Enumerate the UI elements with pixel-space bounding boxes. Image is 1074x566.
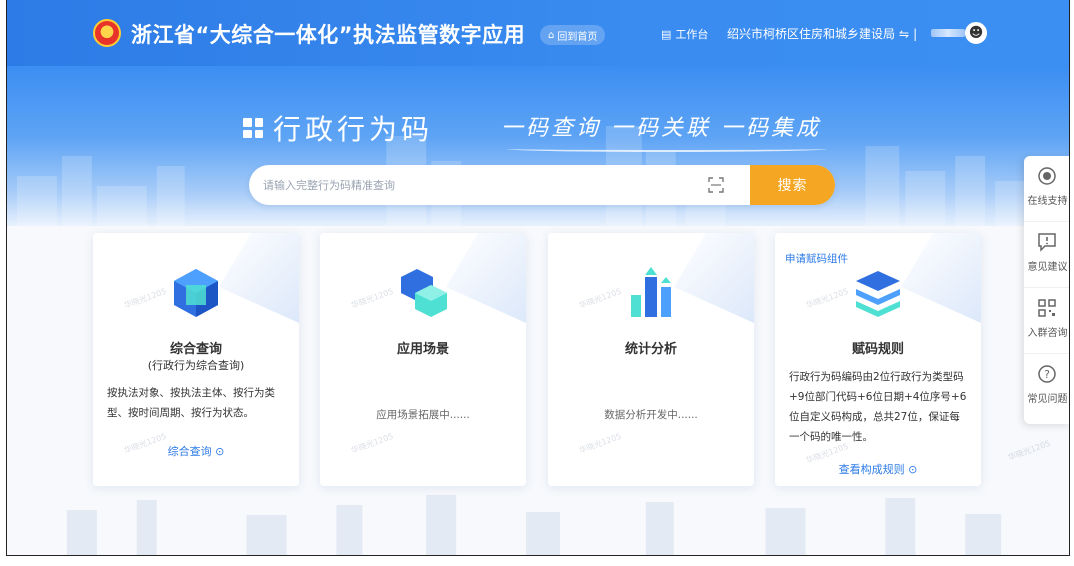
page-frame: 浙江省“大综合一体化”执法监管数字应用 ⌂ 回到首页 ▤ 工作台 绍兴市柯桥区住… [6,0,1070,556]
svg-text:?: ? [1044,368,1050,381]
watermark: 华晓光1205 [349,286,395,311]
workbench-icon: ▤ [661,27,672,41]
card-decoration [219,233,299,323]
hero-title-text: 行政行为码 [273,113,434,146]
question-icon: ? [1038,365,1056,383]
card-decoration [446,233,526,323]
switch-icon: ⇋ [899,26,910,41]
card-description: 数据分析开发中...... [604,409,698,421]
national-emblem-icon [93,19,121,47]
headset-icon [1038,167,1056,185]
layered-stack-icon [856,271,900,317]
card-title: 综合查询 [169,342,222,357]
card-statistical-analysis: 统计分析 数据分析开发中...... 华晓光1205 华晓光1205 [548,233,754,486]
card-description: 应用场景拓展中...... [376,409,470,421]
apply-coding-component-link[interactable]: 申请赋码组件 [785,251,848,266]
watermark: 华晓光1205 [804,286,850,311]
card-link-label: 综合查询 [167,445,212,458]
watermark: 华晓光1205 [1006,438,1052,463]
search-button[interactable]: 搜索 [750,165,835,205]
feedback-button[interactable]: 意见建议 [1024,222,1069,288]
bar-chart-cubes-icon [631,267,671,317]
float-label: 意见建议 [1027,262,1068,273]
hero-title: 行政行为码 [243,108,433,148]
app-title: 浙江省“大综合一体化”执法监管数字应用 [131,23,526,47]
watermark: 华晓光1205 [122,286,168,311]
search-input[interactable] [249,165,729,205]
card-link-label: 查看构成规则 [838,463,905,476]
bureau-label: 绍兴市柯桥区住房和城乡建设局 [727,27,896,41]
hero-banner: 行政行为码 一码查询 一码关联 一码集成 搜索 [7,66,1069,226]
slogan-underline [507,146,827,152]
puzzle-cube-icon [401,269,447,317]
card-decoration [901,233,981,323]
qr-code-icon [1038,299,1056,317]
cube-stack-icon [174,269,218,317]
workbench-button[interactable]: ▤ 工作台 [661,26,708,42]
card-application-scenarios: 应用场景 应用场景拓展中...... 华晓光1205 华晓光1205 [320,233,526,486]
workbench-label: 工作台 [675,28,709,41]
watermark: 华晓光1205 [577,431,623,456]
watermark: 华晓光1205 [349,431,395,456]
user-name-redacted [931,29,965,37]
card-title: 赋码规则 [851,342,904,357]
float-label: 常见问题 [1027,394,1068,405]
user-avatar[interactable]: ☻ [965,22,987,44]
qr-code-icon [243,118,263,138]
avatar-icon: ☻ [968,25,984,41]
floating-service-panel: 在线支持 意见建议 入群咨询 ? 常见问题 [1024,156,1069,424]
view-composition-rules-link[interactable]: 查看构成规则 ⊙ [775,461,981,477]
arrow-circle-icon: ⊙ [908,463,918,476]
bottom-skyline-illustration [66,495,1002,555]
float-label: 入群咨询 [1027,328,1068,339]
separator: | [913,26,918,41]
card-description: 按执法对象、按执法主体、按行为类型、按时间周期、按行为状态。 [107,387,275,419]
home-button-label: 回到首页 [557,31,598,43]
top-bar: 浙江省“大综合一体化”执法监管数字应用 ⌂ 回到首页 ▤ 工作台 绍兴市柯桥区住… [7,0,1069,66]
search-bar: 搜索 [249,165,835,205]
card-title: 统计分析 [624,342,677,357]
card-title: 应用场景 [396,342,449,357]
faq-button[interactable]: ? 常见问题 [1024,354,1069,420]
home-button[interactable]: ⌂ 回到首页 [540,25,606,45]
watermark: 华晓光1205 [577,286,623,311]
scan-icon[interactable] [708,177,724,193]
arrow-circle-icon: ⊙ [215,445,225,458]
hero-slogan: 一码查询 一码关联 一码集成 [501,116,821,141]
card-coding-rules: 申请赋码组件 赋码规则 行政行为码编码由2位行政行为类型码+9位部门代码+6位日… [775,233,981,486]
card-comprehensive-query: 综合查询 (行政行为综合查询) 按执法对象、按执法主体、按行为类型、按时间周期、… [93,233,299,486]
bureau-switcher[interactable]: 绍兴市柯桥区住房和城乡建设局 ⇋ | [727,25,917,42]
card-decoration [674,233,754,323]
feedback-icon [1038,233,1056,252]
float-label: 在线支持 [1027,196,1068,207]
card-subtitle: (行政行为综合查询) [147,359,245,372]
join-group-button[interactable]: 入群咨询 [1024,288,1069,354]
card-description: 行政行为码编码由2位行政行为类型码+9位部门代码+6位日期+4位序号+6位自定义… [789,371,967,443]
home-icon: ⌂ [548,29,555,41]
online-support-button[interactable]: 在线支持 [1024,156,1069,222]
